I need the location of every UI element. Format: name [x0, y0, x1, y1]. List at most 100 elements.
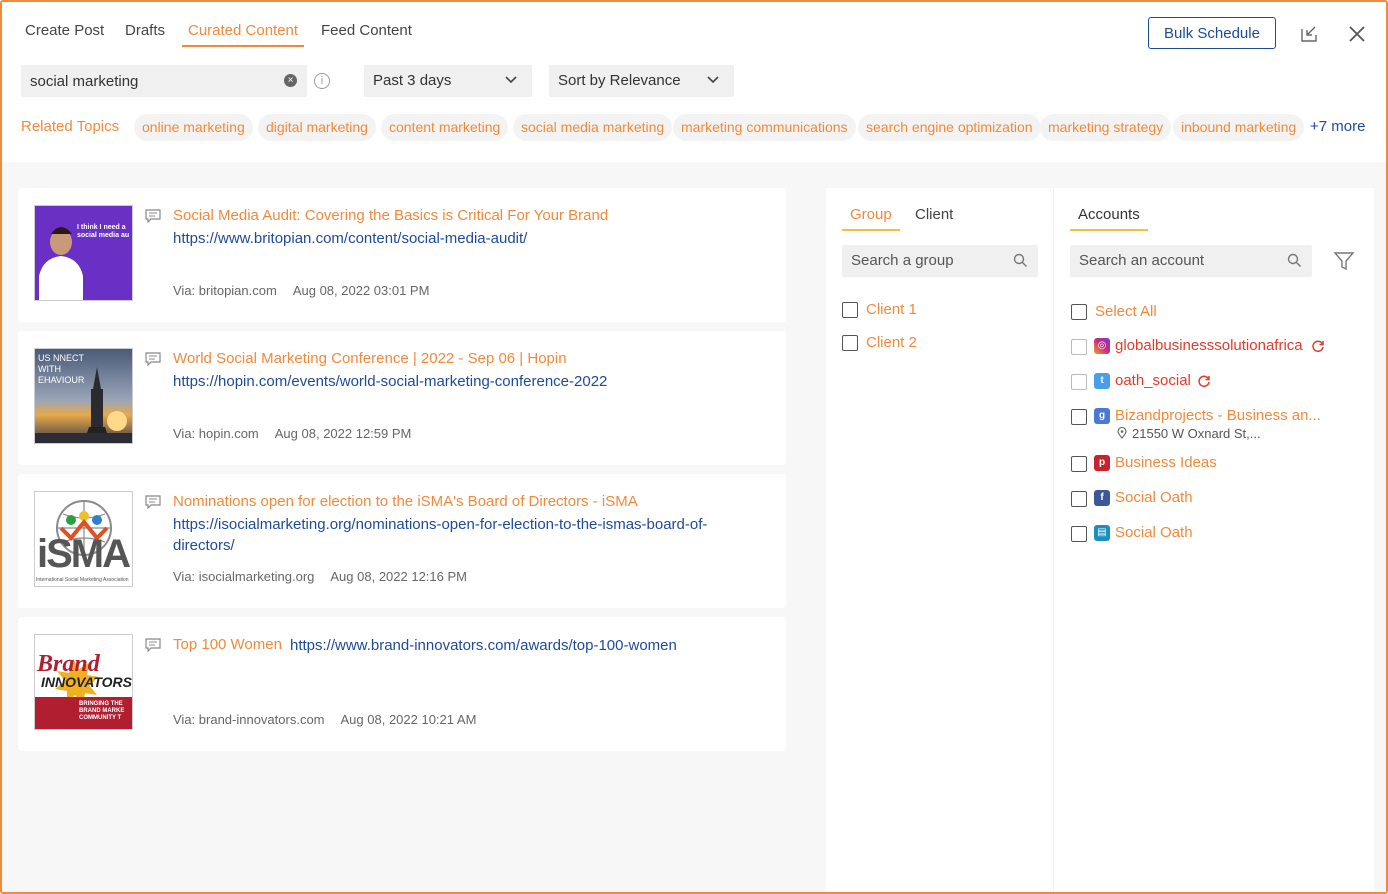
thumbnail-subcaption: BRINGING THE BRAND MARKE COMMUNITY T — [79, 701, 125, 721]
article-source: Via: isocialmarketing.org — [173, 569, 315, 584]
article-source: Via: britopian.com — [173, 283, 277, 298]
group-search-placeholder: Search a group — [851, 252, 954, 269]
refresh-icon[interactable] — [1197, 374, 1211, 388]
close-icon[interactable] — [1345, 22, 1369, 46]
linkedin-page-icon: ▤ — [1094, 525, 1110, 541]
tab-curated-content[interactable]: Curated Content — [182, 22, 305, 47]
account-name[interactable]: Social Oath — [1115, 524, 1193, 541]
article-meta: Via: britopian.com Aug 08, 2022 03:01 PM — [173, 283, 445, 298]
select-all-checkbox[interactable] — [1071, 304, 1087, 320]
article-title[interactable]: Top 100 Women — [173, 636, 282, 653]
article-card[interactable]: I think I need a social media au Social … — [18, 188, 786, 322]
article-title[interactable]: Social Media Audit: Covering the Basics … — [173, 207, 608, 224]
article-thumbnail: US NNECT WITH EHAVIOUR — [34, 348, 133, 444]
search-input[interactable] — [30, 71, 270, 91]
more-topics-link[interactable]: +7 more — [1310, 118, 1365, 135]
client-label[interactable]: Client 2 — [866, 334, 917, 351]
google-business-icon: g — [1094, 408, 1110, 424]
account-name[interactable]: Bizandprojects - Business an... — [1115, 407, 1321, 424]
twitter-icon: t — [1094, 373, 1110, 389]
account-checkbox[interactable] — [1071, 409, 1087, 425]
comment-icon[interactable] — [145, 495, 161, 509]
topic-chip[interactable]: social media marketing — [513, 114, 673, 141]
header-area: Create Post Drafts Curated Content Feed … — [2, 2, 1386, 162]
article-title[interactable]: Nominations open for election to the iSM… — [173, 493, 638, 510]
search-box: × — [21, 65, 307, 97]
group-search-input[interactable]: Search a group — [842, 245, 1038, 277]
bulk-schedule-button[interactable]: Bulk Schedule — [1148, 17, 1276, 49]
account-checkbox[interactable] — [1071, 339, 1087, 355]
article-card[interactable]: US NNECT WITH EHAVIOUR World Social Mark… — [18, 331, 786, 465]
article-date: Aug 08, 2022 12:16 PM — [330, 569, 467, 584]
account-name[interactable]: Business Ideas — [1115, 454, 1217, 471]
topic-chip[interactable]: search engine optimization — [858, 114, 1041, 141]
account-checkbox[interactable] — [1071, 374, 1087, 390]
thumbnail-caption: I think I need a social media au — [77, 224, 130, 239]
location-pin-icon — [1117, 427, 1127, 439]
article-card[interactable]: Brand INNOVATORS BRINGING THE BRAND MARK… — [18, 617, 786, 751]
article-card[interactable]: iSMA International Social Marketing Asso… — [18, 474, 786, 608]
article-source: Via: hopin.com — [173, 426, 259, 441]
topic-chip[interactable]: marketing strategy — [1040, 114, 1172, 141]
client-checkbox[interactable] — [842, 335, 858, 351]
client-checkbox[interactable] — [842, 302, 858, 318]
article-url-continued[interactable]: directors/ — [173, 535, 235, 556]
tab-drafts[interactable]: Drafts — [125, 22, 165, 45]
related-topics-label: Related Topics — [21, 118, 120, 135]
sort-select[interactable]: Sort by Relevance — [549, 65, 734, 97]
group-panel: Group Client Search a group Client 1 Cli… — [826, 188, 1054, 892]
topic-chip[interactable]: digital marketing — [258, 114, 376, 141]
import-icon[interactable] — [1297, 22, 1321, 46]
article-url[interactable]: https://hopin.com/events/world-social-ma… — [173, 371, 607, 392]
article-thumbnail: Brand INNOVATORS BRINGING THE BRAND MARK… — [34, 634, 133, 730]
refresh-icon[interactable] — [1311, 339, 1325, 353]
accounts-panel: Accounts Search an account Select All ◎ … — [1054, 188, 1374, 892]
comment-icon[interactable] — [145, 638, 161, 652]
tab-feed-content[interactable]: Feed Content — [321, 22, 412, 45]
account-checkbox[interactable] — [1071, 456, 1087, 472]
article-url[interactable]: https://www.brand-innovators.com/awards/… — [290, 635, 677, 656]
account-name[interactable]: globalbusinesssolutionafrica — [1115, 337, 1303, 354]
select-all-label[interactable]: Select All — [1095, 303, 1157, 320]
article-thumbnail: I think I need a social media au — [34, 205, 133, 301]
curated-content-modal: Create Post Drafts Curated Content Feed … — [0, 0, 1388, 894]
clear-search-icon[interactable]: × — [284, 74, 297, 87]
account-name[interactable]: oath_social — [1115, 372, 1191, 389]
topic-chip[interactable]: online marketing — [134, 114, 253, 141]
thumbnail-subcaption: International Social Marketing Associati… — [36, 577, 129, 583]
article-title[interactable]: World Social Marketing Conference | 2022… — [173, 350, 567, 367]
client-label[interactable]: Client 1 — [866, 301, 917, 318]
account-checkbox[interactable] — [1071, 491, 1087, 507]
article-url[interactable]: https://www.britopian.com/content/social… — [173, 228, 527, 249]
thumbnail-caption: iSMA — [37, 532, 131, 576]
topic-chip[interactable]: inbound marketing — [1173, 114, 1305, 141]
tab-create-post[interactable]: Create Post — [25, 22, 104, 45]
pinterest-icon: p — [1094, 455, 1110, 471]
tab-accounts[interactable]: Accounts — [1070, 206, 1148, 231]
search-icon — [1013, 253, 1027, 267]
article-url[interactable]: https://isocialmarketing.org/nominations… — [173, 514, 707, 535]
topic-chip[interactable]: content marketing — [381, 114, 509, 141]
account-search-input[interactable]: Search an account — [1070, 245, 1312, 277]
article-date: Aug 08, 2022 12:59 PM — [274, 426, 412, 441]
date-filter-select[interactable]: Past 3 days — [364, 65, 532, 97]
article-date: Aug 08, 2022 10:21 AM — [340, 712, 477, 727]
info-icon[interactable]: i — [314, 73, 330, 89]
account-checkbox[interactable] — [1071, 526, 1087, 542]
filter-icon[interactable] — [1333, 250, 1355, 272]
article-meta: Via: isocialmarketing.org Aug 08, 2022 12… — [173, 569, 483, 584]
tab-group[interactable]: Group — [842, 206, 900, 231]
topic-chip[interactable]: marketing communications — [673, 114, 856, 141]
facebook-icon: f — [1094, 490, 1110, 506]
thumbnail-caption: US NNECT WITH EHAVIOUR — [38, 353, 85, 385]
comment-icon[interactable] — [145, 352, 161, 366]
article-thumbnail: iSMA International Social Marketing Asso… — [34, 491, 133, 587]
article-meta: Via: brand-innovators.com Aug 08, 2022 10… — [173, 712, 492, 727]
instagram-icon: ◎ — [1094, 338, 1110, 354]
date-filter-value: Past 3 days — [373, 72, 452, 89]
comment-icon[interactable] — [145, 209, 161, 223]
thumbnail-caption: INNOVATORS — [41, 674, 133, 690]
account-name[interactable]: Social Oath — [1115, 489, 1193, 506]
tab-client[interactable]: Client — [907, 206, 961, 229]
article-meta: Via: hopin.com Aug 08, 2022 12:59 PM — [173, 426, 427, 441]
